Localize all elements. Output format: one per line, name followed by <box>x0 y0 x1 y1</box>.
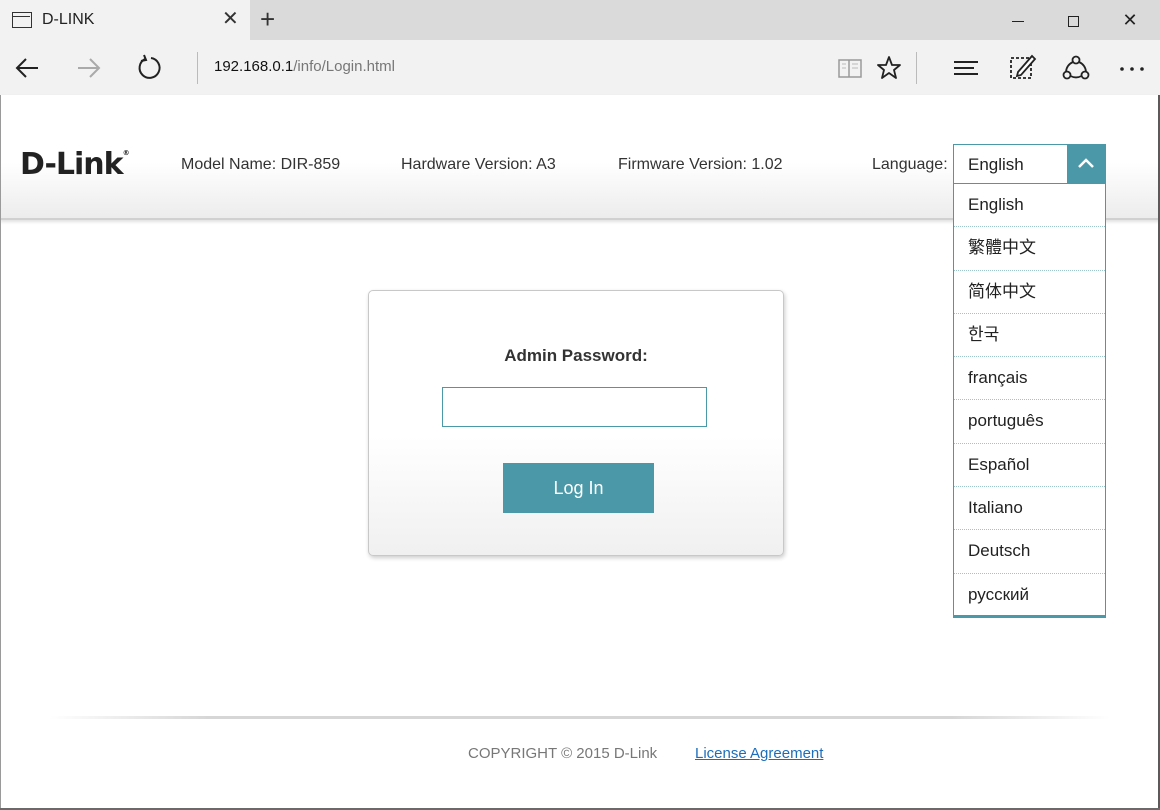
language-dropdown-list: English 繁體中文 简体中文 한국 français português … <box>953 184 1106 618</box>
firmware-version: Firmware Version: 1.02 <box>618 156 783 173</box>
login-button[interactable]: Log In <box>503 463 654 513</box>
address-host: 192.168.0.1 <box>214 58 294 75</box>
address-separator <box>197 52 198 84</box>
login-panel: Admin Password: Log In <box>368 290 784 556</box>
dlink-logo: D-Link® <box>20 147 130 182</box>
close-tab-icon[interactable]: ✕ <box>222 8 239 30</box>
new-tab-icon[interactable]: + <box>260 5 275 33</box>
language-option[interactable]: Español <box>954 444 1105 488</box>
hardware-version: Hardware Version: A3 <box>401 156 556 173</box>
address-bar[interactable]: 192.168.0.1/info/Login.html <box>214 58 395 75</box>
language-option[interactable]: 한국 <box>954 314 1105 358</box>
toolbar-separator <box>916 52 917 84</box>
window-border-left <box>0 95 1 810</box>
language-option[interactable]: 繁體中文 <box>954 227 1105 271</box>
minimize-window-button[interactable] <box>990 0 1046 40</box>
close-window-button[interactable]: ✕ <box>1102 0 1158 40</box>
share-icon[interactable] <box>1058 50 1094 86</box>
language-label: Language: <box>872 156 948 173</box>
forward-arrow-icon[interactable] <box>72 50 108 86</box>
license-agreement-link[interactable]: License Agreement <box>695 745 823 762</box>
reading-view-icon[interactable] <box>832 50 868 86</box>
back-arrow-icon[interactable] <box>10 50 46 86</box>
model-name: Model Name: DIR-859 <box>181 156 341 173</box>
refresh-icon[interactable] <box>132 50 168 86</box>
browser-nav-bar: 192.168.0.1/info/Login.html <box>0 40 1160 95</box>
more-icon[interactable] <box>1114 50 1150 86</box>
language-option[interactable]: Deutsch <box>954 530 1105 574</box>
logo-registered-mark: ® <box>122 149 130 157</box>
admin-password-input[interactable] <box>442 387 707 427</box>
maximize-window-button[interactable] <box>1045 0 1101 40</box>
copyright-text: COPYRIGHT © 2015 D-Link <box>468 745 658 762</box>
language-select[interactable]: English <box>953 144 1106 184</box>
browser-tab[interactable]: D-LINK ✕ <box>0 0 250 40</box>
admin-password-label: Admin Password: <box>504 346 648 365</box>
language-option[interactable]: Italiano <box>954 487 1105 531</box>
page-icon <box>12 12 32 28</box>
browser-tab-bar: D-LINK ✕ + ✕ <box>0 0 1160 40</box>
language-option[interactable]: português <box>954 400 1105 444</box>
language-option[interactable]: 简体中文 <box>954 271 1105 314</box>
logo-text: D-Link <box>20 147 124 182</box>
language-option[interactable]: English <box>954 184 1105 228</box>
language-option[interactable]: français <box>954 357 1105 401</box>
address-path: /info/Login.html <box>293 58 395 75</box>
tab-title: D-LINK <box>42 11 95 28</box>
chevron-up-icon[interactable] <box>1067 145 1105 183</box>
favorite-star-icon[interactable] <box>871 50 907 86</box>
footer-divider <box>50 716 1110 719</box>
language-option[interactable]: русский <box>954 574 1105 617</box>
web-note-icon[interactable] <box>1004 50 1040 86</box>
hub-menu-icon[interactable] <box>948 50 984 86</box>
language-selected-value: English <box>968 155 1024 174</box>
